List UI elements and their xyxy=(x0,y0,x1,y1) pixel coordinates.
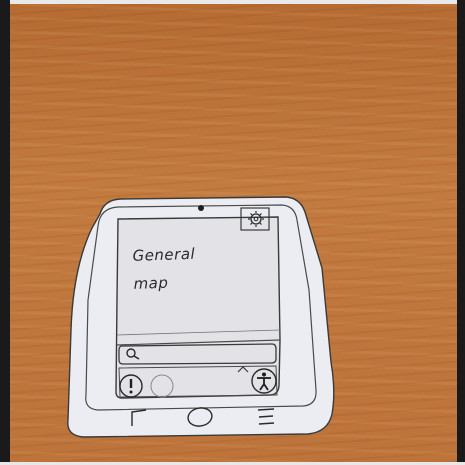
circle-outline-icon xyxy=(150,374,174,398)
search-icon xyxy=(126,348,140,360)
home-icon xyxy=(187,407,213,427)
menu-icon xyxy=(257,408,275,425)
camera-dot xyxy=(198,205,204,211)
map-title-line-2: map xyxy=(133,273,169,293)
exclamation-icon xyxy=(119,374,143,398)
back-button[interactable] xyxy=(126,406,154,430)
paper-phone-prototype: General map xyxy=(0,0,465,465)
gear-icon xyxy=(240,207,270,231)
expand-button[interactable] xyxy=(236,364,250,374)
caret-up-icon xyxy=(237,366,249,373)
location-marker-placeholder xyxy=(148,372,176,400)
map-title-line-1: General xyxy=(132,244,196,265)
accessibility-button[interactable] xyxy=(250,367,278,395)
home-button[interactable] xyxy=(183,404,217,430)
search-bar[interactable] xyxy=(118,342,278,366)
report-button[interactable] xyxy=(118,373,144,399)
settings-button[interactable] xyxy=(240,206,272,232)
search-bar-sketch xyxy=(118,343,277,365)
map-title: General map xyxy=(132,238,244,298)
back-icon xyxy=(131,409,147,426)
accessibility-person-icon xyxy=(251,368,277,394)
menu-button[interactable] xyxy=(252,404,280,430)
